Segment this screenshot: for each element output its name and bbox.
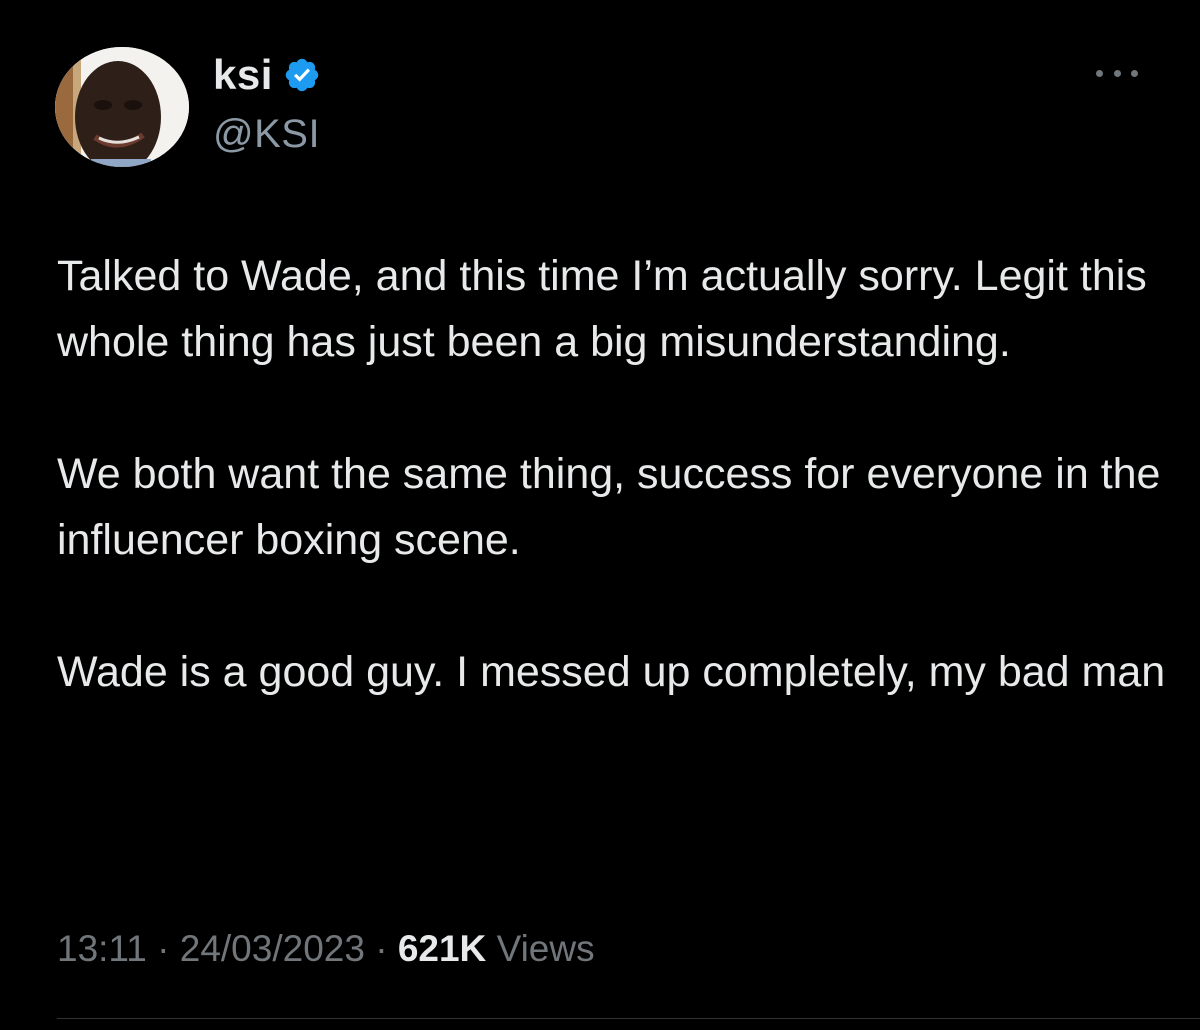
views-label: Views bbox=[496, 928, 595, 969]
tweet-paragraph: We both want the same thing, success for… bbox=[57, 450, 1161, 564]
tweet-meta: 13:11 · 24/03/2023 · 621K Views bbox=[57, 928, 595, 970]
meta-separator: · bbox=[364, 928, 398, 969]
ellipsis-icon bbox=[1096, 69, 1103, 77]
views-count: 621K bbox=[397, 928, 487, 969]
profile-photo-icon bbox=[55, 47, 189, 167]
author-block[interactable]: ksi @KSI bbox=[213, 50, 321, 157]
tweet-text: Talked to Wade, and this time I’m actual… bbox=[57, 243, 1167, 705]
avatar[interactable] bbox=[55, 47, 189, 167]
divider bbox=[57, 1018, 1200, 1019]
tweet: ksi @KSI Talked to Wade, and this time I… bbox=[0, 0, 1200, 1030]
meta-separator: · bbox=[146, 928, 180, 969]
more-options-button[interactable] bbox=[1096, 58, 1138, 88]
tweet-date[interactable]: 24/03/2023 bbox=[180, 928, 365, 969]
verified-badge-icon bbox=[285, 58, 319, 92]
name-row: ksi bbox=[213, 50, 321, 100]
ellipsis-icon bbox=[1113, 69, 1121, 77]
ellipsis-icon bbox=[1131, 69, 1138, 77]
tweet-time[interactable]: 13:11 bbox=[57, 928, 147, 969]
display-name[interactable]: ksi bbox=[213, 51, 273, 99]
tweet-paragraph: Talked to Wade, and this time I’m actual… bbox=[57, 252, 1147, 366]
handle[interactable]: @KSI bbox=[213, 112, 321, 157]
tweet-paragraph: Wade is a good guy. I messed up complete… bbox=[57, 648, 1166, 696]
